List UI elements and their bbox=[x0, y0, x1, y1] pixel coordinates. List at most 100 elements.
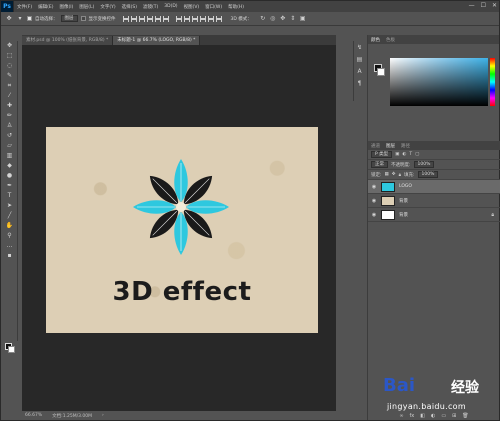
menu-select[interactable]: 选择(S) bbox=[119, 4, 140, 10]
type-tool-icon[interactable]: T bbox=[4, 191, 16, 200]
canvas-workspace[interactable]: 3D effect bbox=[22, 45, 336, 411]
chevron-down-icon[interactable]: ▾ bbox=[16, 15, 24, 23]
menu-type[interactable]: 文字(Y) bbox=[97, 4, 118, 10]
flower-logo[interactable] bbox=[126, 152, 236, 262]
auto-select-checkbox[interactable] bbox=[27, 16, 32, 21]
tab-color[interactable]: 颜色 bbox=[371, 37, 380, 43]
align-left-icon[interactable] bbox=[146, 15, 153, 22]
tab-swatches[interactable]: 色板 bbox=[386, 37, 395, 43]
maximize-button[interactable]: ☐ bbox=[481, 2, 486, 9]
menu-view[interactable]: 视图(V) bbox=[181, 4, 203, 10]
eraser-tool-icon[interactable]: ▱ bbox=[4, 141, 16, 150]
align-middle-icon[interactable] bbox=[130, 15, 137, 22]
healing-brush-tool-icon[interactable]: ✚ bbox=[4, 101, 16, 110]
tab-channels[interactable]: 通道 bbox=[371, 143, 380, 149]
close-button[interactable]: ✕ bbox=[492, 2, 497, 9]
3d-slide-icon[interactable]: ⇕ bbox=[289, 15, 297, 23]
zoom-tool-icon[interactable]: ⚲ bbox=[4, 231, 16, 240]
layer-row-paper[interactable]: ◉ 背景 bbox=[368, 194, 500, 208]
menu-window[interactable]: 窗口(W) bbox=[202, 4, 225, 10]
align-bottom-icon[interactable] bbox=[138, 15, 145, 22]
path-select-tool-icon[interactable]: ➤ bbox=[4, 201, 16, 210]
menu-layer[interactable]: 图层(L) bbox=[76, 4, 97, 10]
fill-label: 填充: bbox=[403, 172, 415, 178]
layer-row-logo[interactable]: ◉ LOGO bbox=[368, 180, 500, 194]
background-color-swatch[interactable] bbox=[8, 346, 15, 353]
info-icon[interactable]: ▤ bbox=[355, 55, 365, 65]
menu-image[interactable]: 图像(I) bbox=[56, 4, 76, 10]
character-icon[interactable]: A bbox=[355, 67, 365, 77]
history-brush-tool-icon[interactable]: ↺ bbox=[4, 131, 16, 140]
brush-tool-icon[interactable]: ✏ bbox=[4, 111, 16, 120]
transform-controls-checkbox[interactable] bbox=[80, 16, 86, 21]
align-right-icon[interactable] bbox=[162, 15, 169, 22]
distribute-left-icon[interactable] bbox=[199, 15, 206, 22]
hue-slider[interactable] bbox=[490, 58, 495, 106]
lasso-tool-icon[interactable]: ◌ bbox=[4, 61, 16, 70]
distribute-center-icon[interactable] bbox=[207, 15, 214, 22]
color-picker-field[interactable] bbox=[390, 58, 488, 106]
artboard[interactable]: 3D effect bbox=[46, 127, 318, 333]
3d-drag-icon[interactable]: ✥ bbox=[279, 15, 287, 23]
move-tool-icon[interactable]: ✥ bbox=[4, 41, 16, 50]
distribute-top-icon[interactable] bbox=[175, 15, 182, 22]
blend-mode-dropdown[interactable]: 正常 bbox=[371, 161, 388, 168]
tab-paths[interactable]: 路径 bbox=[401, 143, 410, 149]
menu-3d[interactable]: 3D(D) bbox=[161, 4, 180, 9]
distribute-middle-icon[interactable] bbox=[183, 15, 190, 22]
auto-select-dropdown[interactable]: 图层 bbox=[60, 15, 78, 22]
move-tool-icon[interactable]: ✥ bbox=[5, 15, 13, 23]
align-top-icon[interactable] bbox=[122, 15, 129, 22]
crop-tool-icon[interactable]: ⌗ bbox=[4, 81, 16, 90]
eye-icon[interactable]: ◉ bbox=[371, 184, 377, 190]
lock-pixels-icon[interactable]: ▦ bbox=[385, 172, 389, 177]
3d-scale-icon[interactable]: ▣ bbox=[299, 15, 307, 23]
tab-material-psd[interactable]: 素材.psd @ 100% (纸张背景, RGB/8) * bbox=[22, 36, 114, 45]
lock-all-icon[interactable]: 🔒︎ bbox=[399, 172, 401, 178]
menu-edit[interactable]: 编辑(E) bbox=[35, 4, 56, 10]
layer-filter-dropdown[interactable]: P 类型 bbox=[371, 151, 393, 158]
blur-tool-icon[interactable]: ◆ bbox=[4, 161, 16, 170]
filter-shape-icon[interactable]: ▢ bbox=[415, 152, 419, 157]
lock-position-icon[interactable]: ✥ bbox=[392, 172, 396, 177]
watermark-url: jingyan.baidu.com bbox=[387, 402, 466, 411]
filter-adjust-icon[interactable]: ◐ bbox=[402, 152, 406, 157]
distribute-right-icon[interactable] bbox=[215, 15, 222, 22]
align-center-icon[interactable] bbox=[154, 15, 161, 22]
minimize-button[interactable]: — bbox=[469, 2, 475, 9]
3d-rotate-icon[interactable]: ↻ bbox=[259, 15, 267, 23]
menu-file[interactable]: 文件(F) bbox=[14, 4, 35, 10]
hand-tool-icon[interactable]: ✋ bbox=[4, 221, 16, 230]
tab-layers[interactable]: 图层 bbox=[386, 143, 395, 149]
color-panel bbox=[368, 44, 499, 114]
status-arrow-icon[interactable]: › bbox=[102, 413, 104, 418]
fill-field[interactable]: 100% bbox=[417, 171, 439, 178]
eyedropper-tool-icon[interactable]: ⁄ bbox=[4, 91, 16, 100]
headline-3d-effect[interactable]: 3D effect bbox=[46, 277, 318, 307]
default-colors-icon[interactable]: ▪ bbox=[4, 251, 16, 260]
layer-row-background[interactable]: ◉ 背景 🔒︎ bbox=[368, 208, 500, 222]
paragraph-icon[interactable]: ¶ bbox=[355, 79, 365, 89]
color-background-swatch[interactable] bbox=[377, 68, 385, 76]
eye-icon[interactable]: ◉ bbox=[371, 212, 377, 218]
zoom-level[interactable]: 66.67% bbox=[25, 413, 42, 418]
document-size[interactable]: 文档:1.25M/3.00M bbox=[52, 413, 92, 419]
filter-image-icon[interactable]: ▣ bbox=[395, 152, 399, 157]
quick-select-tool-icon[interactable]: ✎ bbox=[4, 71, 16, 80]
eye-icon[interactable]: ◉ bbox=[371, 198, 377, 204]
gradient-tool-icon[interactable]: ▥ bbox=[4, 151, 16, 160]
pen-tool-icon[interactable]: ✒ bbox=[4, 181, 16, 190]
opacity-field[interactable]: 100% bbox=[413, 161, 435, 168]
menu-help[interactable]: 帮助(H) bbox=[225, 4, 247, 10]
filter-type-icon[interactable]: T bbox=[409, 152, 412, 157]
more-tools-icon[interactable]: … bbox=[4, 241, 16, 250]
dodge-tool-icon[interactable]: ● bbox=[4, 171, 16, 180]
history-icon[interactable]: ↯ bbox=[355, 43, 365, 53]
clone-stamp-tool-icon[interactable]: ♙ bbox=[4, 121, 16, 130]
shape-tool-icon[interactable]: ╱ bbox=[4, 211, 16, 220]
marquee-tool-icon[interactable]: ⬚ bbox=[4, 51, 16, 60]
tab-untitled-1[interactable]: 未标题-1 @ 66.7% (LOGO, RGB/8) * bbox=[113, 36, 201, 45]
distribute-bottom-icon[interactable] bbox=[191, 15, 198, 22]
menu-filter[interactable]: 滤镜(T) bbox=[140, 4, 161, 10]
3d-roll-icon[interactable]: ◎ bbox=[269, 15, 277, 23]
